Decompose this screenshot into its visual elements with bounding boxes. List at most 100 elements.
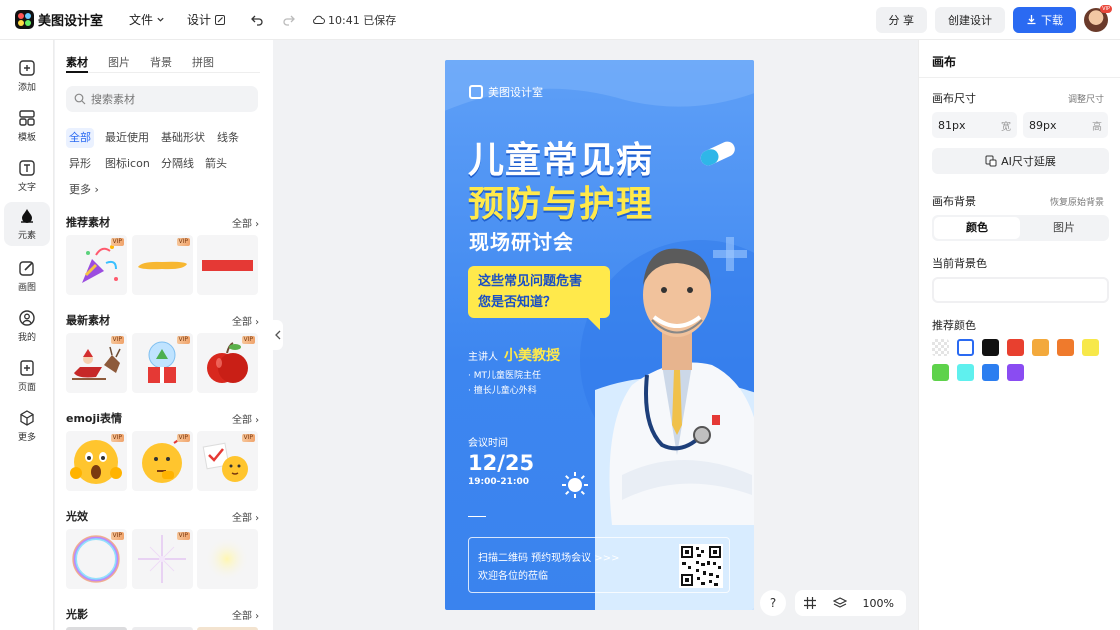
design-canvas[interactable]: 美图设计室 儿童常见病 预防与护理 现场研讨会 这些常见问题危害 您是否知道？ … (445, 60, 754, 610)
nav-item-text[interactable]: 文字 (4, 154, 50, 198)
swatch-purple[interactable] (1007, 364, 1024, 381)
vip-badge: VIP (110, 336, 124, 344)
width-unit: 宽 (1001, 121, 1011, 133)
nav-item-element[interactable]: 元素 (4, 202, 50, 246)
download-button[interactable]: 下载 (1013, 6, 1076, 33)
file-menu[interactable]: 文件 (129, 11, 165, 28)
undo-icon (251, 15, 263, 26)
qr-text-line2: 欢迎各位的莅临 (478, 571, 548, 582)
chip-irregular[interactable]: 异形 (66, 154, 94, 174)
see-all-link[interactable]: 全部 › (232, 313, 259, 328)
swatch-blue[interactable] (982, 364, 999, 381)
thumb-shocked-emoji[interactable]: VIP (66, 431, 127, 491)
search-box[interactable] (66, 86, 258, 112)
see-all-link[interactable]: 全部 › (232, 411, 259, 426)
nav-item-mine[interactable]: 我的 (4, 304, 50, 348)
swatch-black[interactable] (982, 339, 999, 356)
qr-section[interactable]: 扫描二维码 预约现场会议 >>> 欢迎各位的莅临 (468, 537, 730, 593)
chip-basic-shapes[interactable]: 基础形状 (158, 128, 208, 148)
vip-badge: VIP (176, 238, 190, 246)
virus-icon (562, 472, 588, 498)
thumb-santa-sleigh[interactable]: VIP (66, 333, 127, 393)
layers-icon[interactable] (833, 596, 847, 610)
see-all-link[interactable]: 全部 › (232, 509, 259, 524)
thumb-party-popper[interactable]: VIP (66, 235, 127, 295)
grid-icon[interactable] (803, 596, 817, 610)
swatch-transparent[interactable] (932, 339, 949, 356)
zoom-level[interactable]: 100% (863, 597, 894, 610)
swatch-cyan[interactable] (957, 364, 974, 381)
swatch-orange[interactable] (1057, 339, 1074, 356)
ai-extend-button[interactable]: AI尺寸延展 (932, 148, 1109, 174)
template-icon (19, 110, 35, 126)
chip-icons[interactable]: 图标icon (102, 154, 153, 174)
see-all-link[interactable]: 全部 › (232, 607, 259, 622)
nav-item-draw[interactable]: 画图 (4, 254, 50, 298)
speaker-bullet[interactable]: · MT儿童医院主任 (468, 368, 541, 381)
restore-bg-link[interactable]: 恢复原始背景 (1050, 195, 1104, 208)
adjust-size-link[interactable]: 调整尺寸 (1068, 92, 1104, 105)
swatch-green[interactable] (932, 364, 949, 381)
create-design-button[interactable]: 创建设计 (935, 6, 1005, 33)
poster-brand[interactable]: 美图设计室 (469, 84, 543, 100)
current-bg-color-field[interactable] (932, 277, 1109, 303)
seg-color[interactable]: 颜色 (934, 217, 1020, 239)
page-icon (20, 360, 34, 376)
nav-item-template[interactable]: 模板 (4, 104, 50, 148)
collapse-panel-button[interactable] (273, 320, 283, 350)
meeting-date[interactable]: 12/25 (468, 451, 534, 475)
poster-subtitle[interactable]: 现场研讨会 (469, 226, 574, 255)
doctor-photo[interactable] (592, 225, 754, 525)
thumb-sparkle-star[interactable]: VIP (132, 529, 193, 589)
nav-item-add[interactable]: 添加 (4, 54, 50, 98)
swatch-white[interactable] (957, 339, 974, 356)
speaker-line[interactable]: 主讲人 小美教授 (468, 345, 560, 365)
thumb-thinking-emoji[interactable]: VIP (132, 431, 193, 491)
nav-item-more[interactable]: 更多 (4, 404, 50, 448)
chip-all[interactable]: 全部 (66, 128, 94, 148)
swatch-amber[interactable] (1032, 339, 1049, 356)
chip-recent[interactable]: 最近使用 (102, 128, 152, 148)
poster-title-line2[interactable]: 预防与护理 (468, 175, 653, 227)
chip-more[interactable]: 更多 › (66, 180, 102, 200)
chip-lines[interactable]: 线条 (214, 128, 242, 148)
swatch-red[interactable] (1007, 339, 1024, 356)
thumb-red-bar[interactable] (197, 235, 258, 295)
nav-item-page[interactable]: 页面 (4, 354, 50, 398)
nav-label: 页面 (17, 383, 36, 393)
width-field[interactable]: 81px 宽 (932, 112, 1017, 138)
meeting-time[interactable]: 19:00-21:00 (468, 477, 529, 487)
plus-square-icon (19, 60, 35, 76)
question-bubble[interactable]: 这些常见问题危害 您是否知道？ (468, 266, 610, 330)
see-all-label: 全部 (232, 219, 252, 230)
qr-text-line1: 扫描二维码 预约现场会议 >>> (478, 553, 620, 564)
thumb-yellow-brush-stroke[interactable]: VIP (132, 235, 193, 295)
redo-button[interactable] (282, 13, 296, 27)
share-button[interactable]: 分 享 (875, 6, 927, 33)
design-menu[interactable]: 设计 (187, 11, 226, 28)
vip-badge: VIP (176, 336, 190, 344)
search-input[interactable] (91, 92, 241, 106)
speaker-bullet[interactable]: · 擅长儿童心外科 (468, 383, 537, 396)
avatar[interactable]: VIP (1084, 4, 1112, 32)
thumb-soft-glow[interactable] (197, 529, 258, 589)
meeting-label[interactable]: 会议时间 (468, 434, 508, 449)
file-menu-label: 文件 (129, 13, 154, 27)
download-label: 下载 (1041, 13, 1063, 27)
swatch-yellow[interactable] (1082, 339, 1099, 356)
seg-image[interactable]: 图片 (1021, 217, 1107, 239)
thumb-snow-globe-gift[interactable]: VIP (132, 333, 193, 393)
height-field[interactable]: 89px 高 (1023, 112, 1108, 138)
help-button[interactable]: ? (760, 590, 786, 616)
nav-label: 画图 (17, 283, 36, 293)
chip-arrows[interactable]: 箭头 (202, 154, 230, 174)
thumb-checklist-emoji[interactable]: VIP (197, 431, 258, 491)
vip-badge: VIP (241, 336, 255, 344)
speaker-label: 主讲人 (468, 352, 498, 363)
undo-button[interactable] (250, 13, 264, 27)
thumb-rainbow-ring[interactable]: VIP (66, 529, 127, 589)
chip-dividers[interactable]: 分隔线 (158, 154, 197, 174)
see-all-link[interactable]: 全部 › (232, 215, 259, 230)
thumb-red-apple[interactable]: VIP (197, 333, 258, 393)
app-logo[interactable]: 美图设计室 (15, 10, 103, 29)
